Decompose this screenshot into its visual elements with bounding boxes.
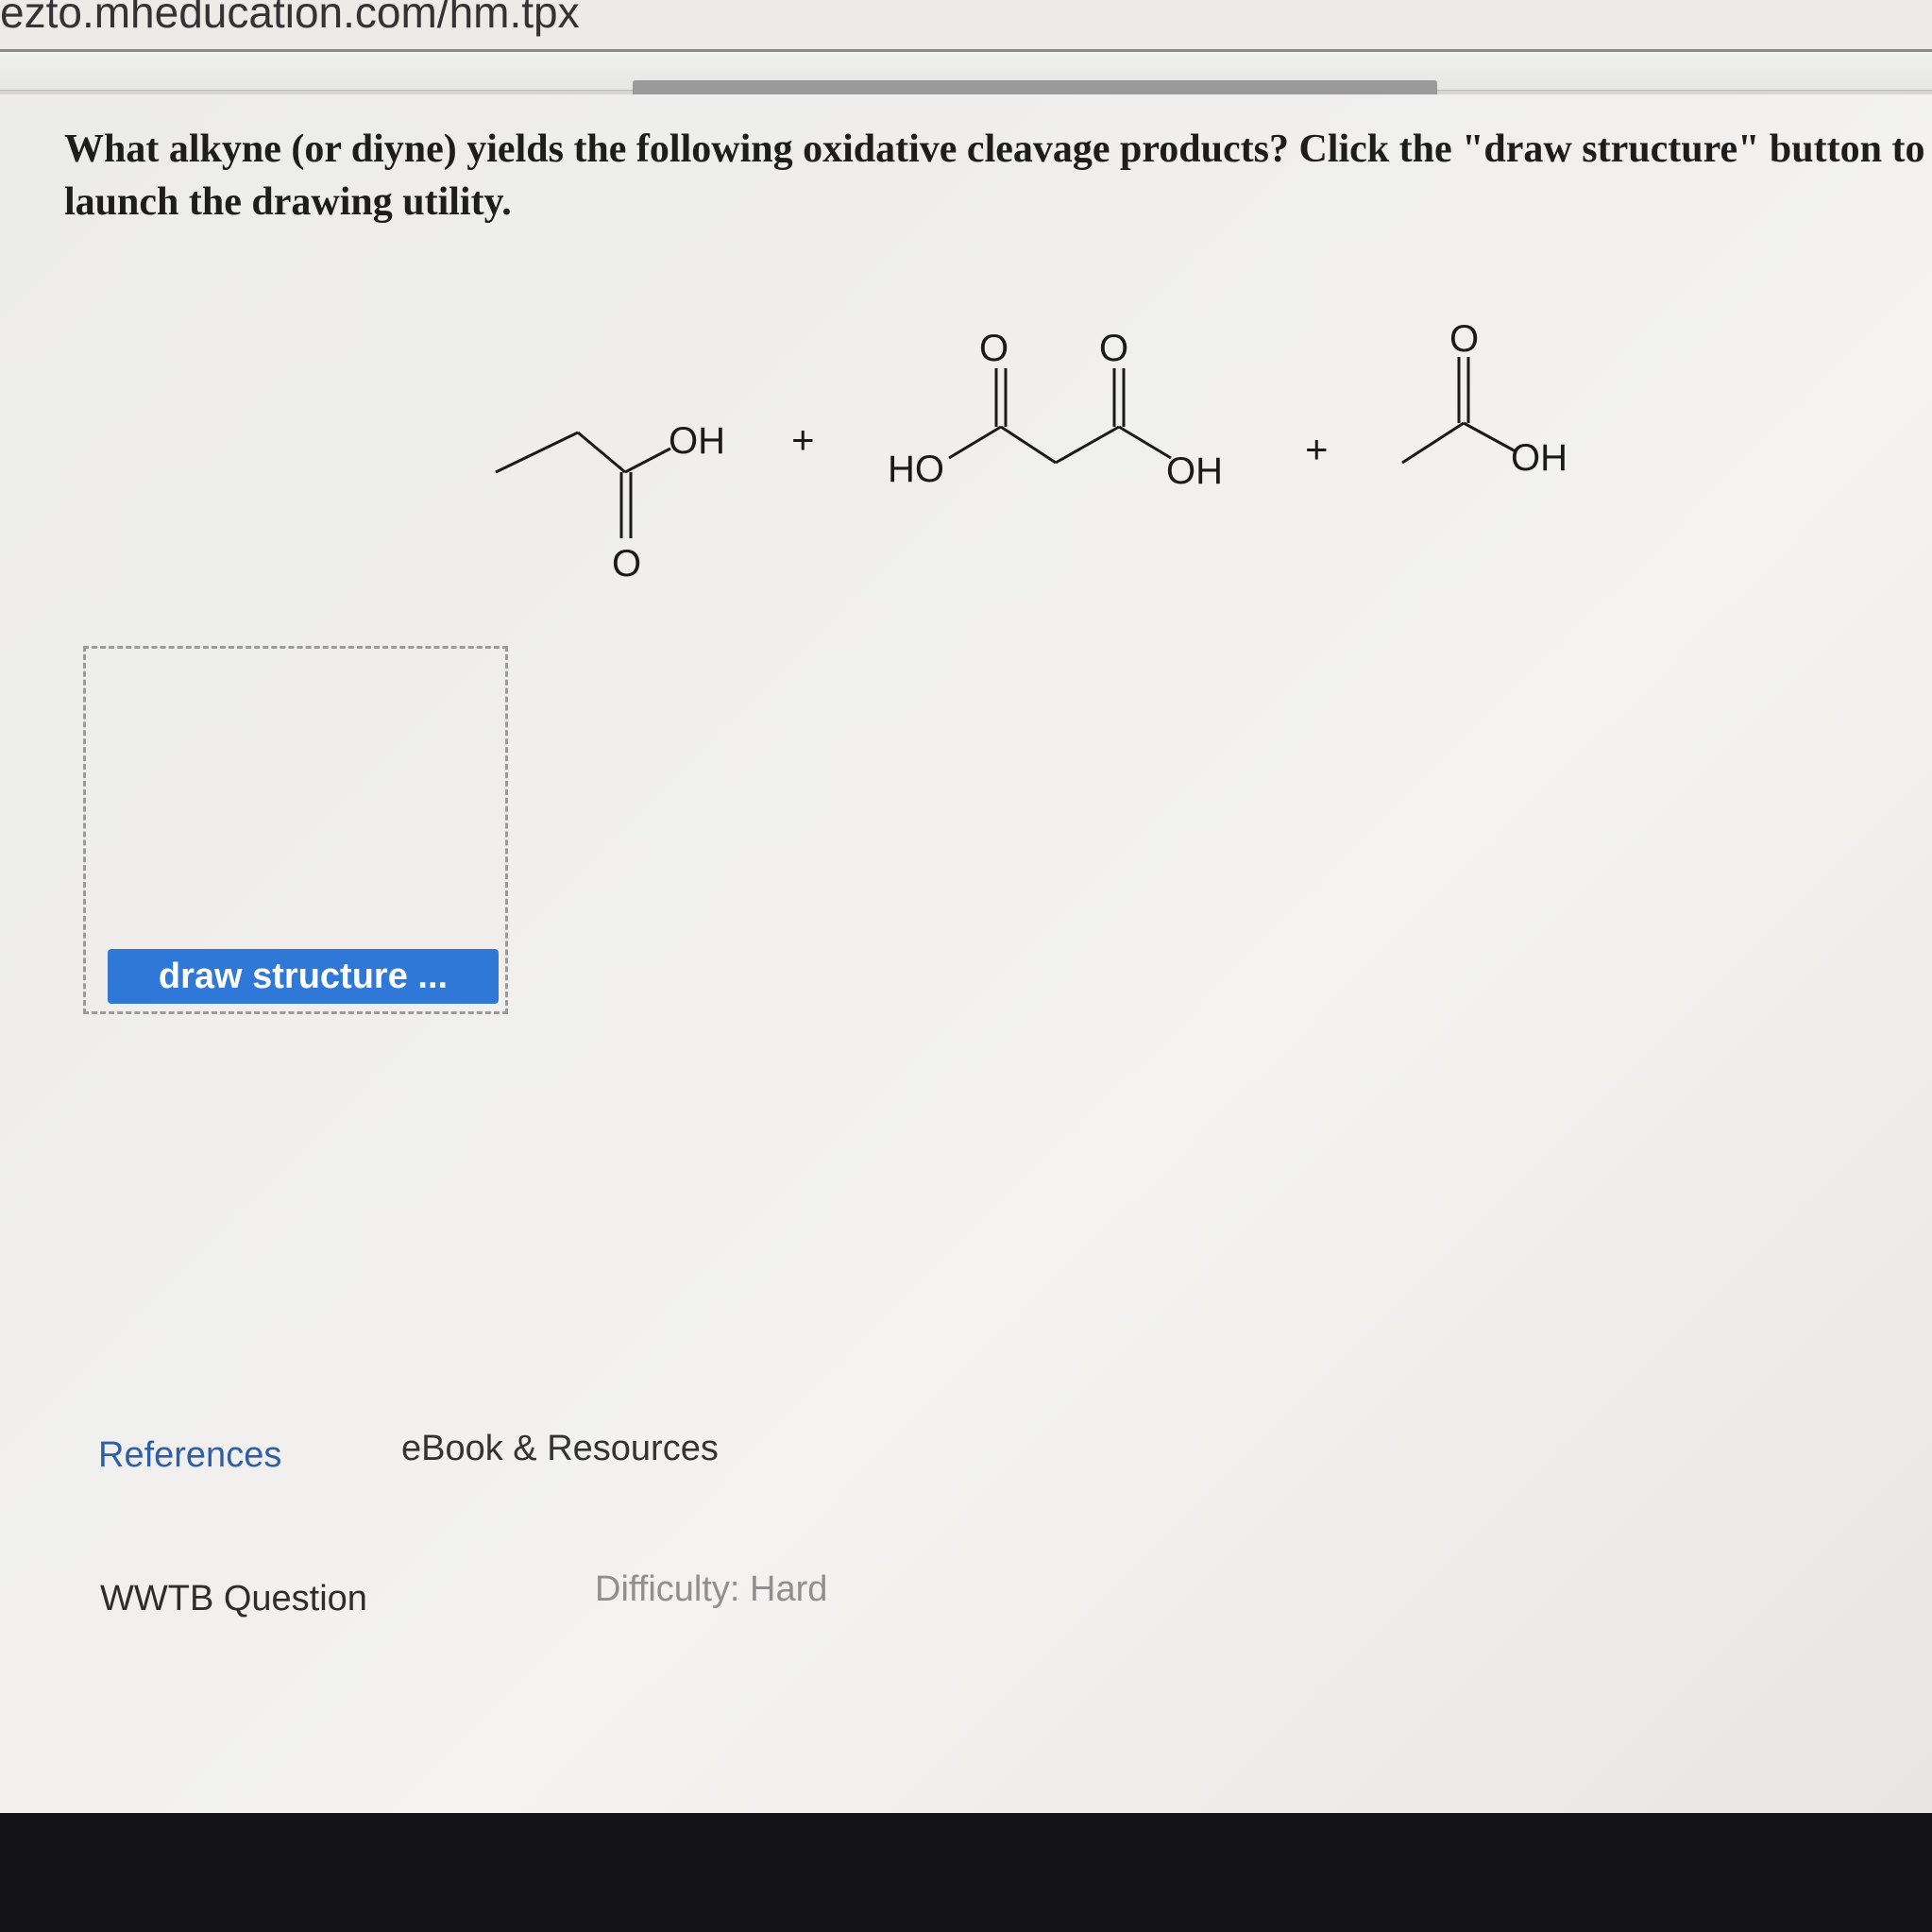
product-3-oh-label: OH: [1511, 437, 1568, 479]
question-prompt: What alkyne (or diyne) yields the follow…: [64, 127, 1925, 224]
reaction-products: OH O + HO O O OH + O OH: [495, 318, 1568, 585]
product-2-ho-label: HO: [888, 449, 944, 490]
product-1-oh-label: OH: [669, 420, 725, 462]
product-2-structure: HO O O OH: [888, 328, 1223, 492]
difficulty-label: Difficulty: Hard: [595, 1569, 828, 1609]
references-link[interactable]: References: [98, 1435, 281, 1476]
draw-structure-button[interactable]: draw structure ...: [108, 949, 499, 1004]
product-3-structure: O OH: [1401, 318, 1568, 479]
product-2-oh-label: OH: [1166, 450, 1223, 492]
product-3-o-label: O: [1449, 318, 1479, 360]
url-text: ezto.mheducation.com/hm.tpx: [0, 0, 580, 37]
plus-sign-2: +: [1305, 427, 1329, 471]
product-1-o-label: O: [612, 543, 641, 585]
question-type-label: WWTB Question: [100, 1579, 367, 1618]
product-2-o-left-label: O: [979, 328, 1008, 369]
browser-address-bar[interactable]: ezto.mheducation.com/hm.tpx: [0, 0, 1932, 52]
plus-sign-1: +: [791, 417, 815, 462]
product-1-structure: OH O: [495, 420, 725, 585]
product-2-o-right-label: O: [1099, 328, 1128, 369]
monitor-bezel: [0, 1813, 1932, 1932]
ebook-resources-link[interactable]: eBook & Resources: [401, 1429, 719, 1469]
